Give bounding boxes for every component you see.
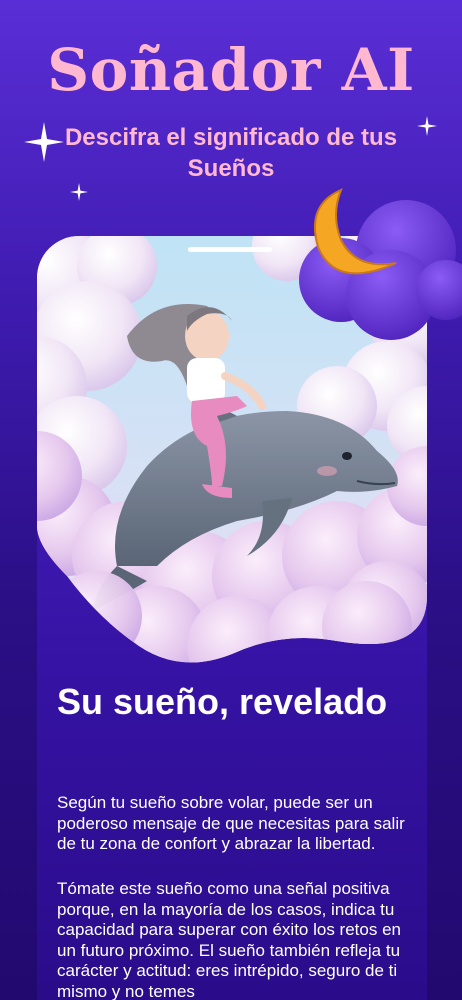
- phone-mockup: Su sueño, revelado Según tu sueño sobre …: [37, 236, 427, 1000]
- sparkle-icon: [417, 116, 437, 136]
- sparkle-icon: [70, 183, 88, 201]
- app-tagline: Descifra el significado de tus Sueños: [64, 124, 398, 182]
- section-heading: Su sueño, revelado: [57, 681, 388, 722]
- moon-cloud-icon: [299, 188, 462, 340]
- paragraph-1: Según tu sueño sobre volar, puede ser un…: [57, 793, 405, 853]
- app-title: Soñador AI: [47, 36, 415, 104]
- sparkle-icon: [24, 122, 64, 162]
- paragraph-2: Tómate este sueño como una señal positiv…: [57, 879, 401, 1000]
- phone-notch: [188, 247, 272, 252]
